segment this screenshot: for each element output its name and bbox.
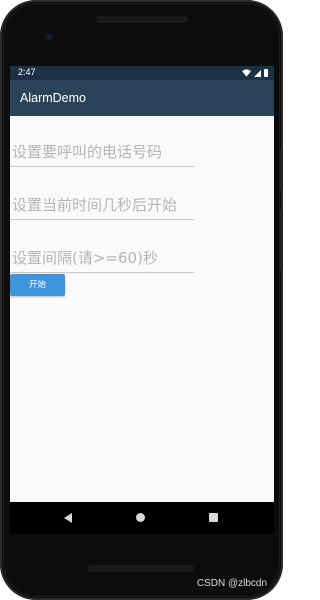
start-button[interactable]: 开始 [10,274,65,296]
signal-icon [254,69,261,77]
device-screen: 2:47 AlarmDemo 设置要呼叫的电话号码 设置当前时间几秒后开始 设置… [10,66,274,534]
watermark-text: CSDN @zlbcdn [196,578,267,589]
phone-frame: 2:47 AlarmDemo 设置要呼叫的电话号码 设置当前时间几秒后开始 设置… [0,0,283,600]
back-icon[interactable] [64,513,72,523]
interval-placeholder: 设置间隔(请>=60)秒 [12,249,158,267]
home-icon[interactable] [136,513,145,522]
status-bar: 2:47 [10,66,274,80]
status-icons [242,69,268,77]
recents-icon[interactable] [209,513,218,522]
bottom-speaker [88,565,194,572]
earpiece-speaker [96,16,188,23]
start-delay-input[interactable]: 设置当前时间几秒后开始 [10,190,194,220]
status-time: 2:47 [18,67,36,77]
interval-input[interactable]: 设置间隔(请>=60)秒 [10,243,194,273]
app-title: AlarmDemo [20,91,86,105]
navigation-bar [10,502,274,534]
wifi-icon [242,69,251,77]
app-bar: AlarmDemo [10,80,274,116]
phone-number-input[interactable]: 设置要呼叫的电话号码 [10,137,194,167]
front-camera [44,32,54,42]
battery-icon [264,69,268,77]
phone-number-placeholder: 设置要呼叫的电话号码 [12,143,163,161]
start-delay-placeholder: 设置当前时间几秒后开始 [12,196,178,214]
power-button [280,150,283,190]
volume-button [280,210,283,270]
main-content: 设置要呼叫的电话号码 设置当前时间几秒后开始 设置间隔(请>=60)秒 开始 [10,116,274,502]
